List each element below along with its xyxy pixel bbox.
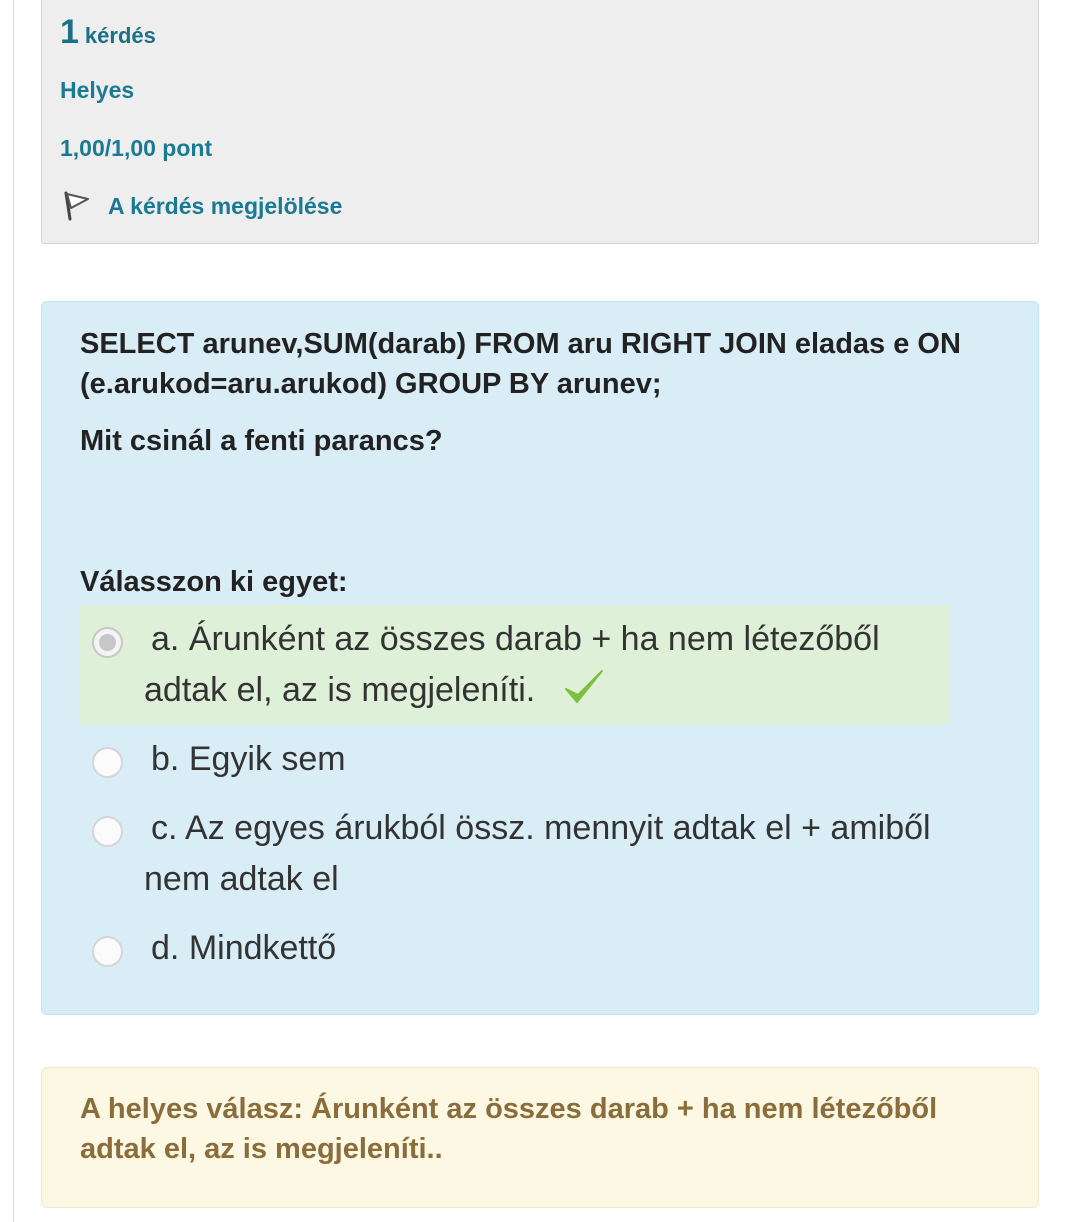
answer-radio-d[interactable] xyxy=(92,936,123,967)
answer-option-a[interactable]: a. Árunként az összes darab + ha nem lét… xyxy=(80,605,949,725)
answer-text-b: Egyik sem xyxy=(188,740,346,778)
answer-option-c-label: c. Az egyes árukból össz. mennyit adtak … xyxy=(144,803,934,905)
answer-option-a-label: a. Árunként az összes darab + ha nem lét… xyxy=(144,614,934,716)
question-sql: SELECT arunev,SUM(darab) FROM aru RIGHT … xyxy=(80,328,961,400)
quiz-review-page: 1 kérdés Helyes 1,00/1,00 pont A kérdés m… xyxy=(0,0,1080,1222)
answer-radio-b[interactable] xyxy=(92,747,123,778)
feedback-panel: A helyes válasz: Árunként az összes dara… xyxy=(41,1067,1039,1208)
answer-radio-a[interactable] xyxy=(92,627,123,658)
flag-icon xyxy=(64,191,89,221)
answer-text-d: Mindkettő xyxy=(188,929,337,967)
right-answer-text: A helyes válasz: Árunként az összes dara… xyxy=(80,1093,938,1165)
question-number-label: kérdés xyxy=(84,23,156,48)
answer-text-a: Árunként az összes darab + ha nem létező… xyxy=(144,620,880,709)
question-info-panel: 1 kérdés Helyes 1,00/1,00 pont A kérdés m… xyxy=(41,0,1039,244)
question-state: Helyes xyxy=(60,77,135,103)
answer-letter-a: a. xyxy=(151,620,180,658)
page-left-border xyxy=(13,0,14,1222)
question-number: 1 kérdés xyxy=(60,13,156,52)
question-grade: 1,00/1,00 pont xyxy=(60,135,213,161)
check-icon xyxy=(564,670,603,704)
question-number-value: 1 xyxy=(60,13,79,51)
answer-option-d-label: d. Mindkettő xyxy=(144,923,934,974)
answer-text-c: Az egyes árukból össz. mennyit adtak el … xyxy=(144,809,931,898)
answer-letter-c: c. xyxy=(151,809,178,847)
answer-letter-b: b. xyxy=(151,740,180,778)
answer-option-c[interactable]: c. Az egyes árukból össz. mennyit adtak … xyxy=(80,802,949,912)
flag-question-link[interactable]: A kérdés megjelölése xyxy=(60,189,342,223)
answer-prompt: Válasszon ki egyet: xyxy=(80,566,348,598)
flag-question-label: A kérdés megjelölése xyxy=(108,192,343,219)
answer-option-b-label: b. Egyik sem xyxy=(144,734,934,785)
answer-letter-d: d. xyxy=(151,929,180,967)
answer-option-b[interactable]: b. Egyik sem xyxy=(80,733,949,793)
question-content-panel: SELECT arunev,SUM(darab) FROM aru RIGHT … xyxy=(41,301,1039,1015)
answer-radio-c[interactable] xyxy=(92,816,123,847)
answer-option-d[interactable]: d. Mindkettő xyxy=(80,922,949,982)
question-text: Mit csinál a fenti parancs? xyxy=(80,425,443,457)
